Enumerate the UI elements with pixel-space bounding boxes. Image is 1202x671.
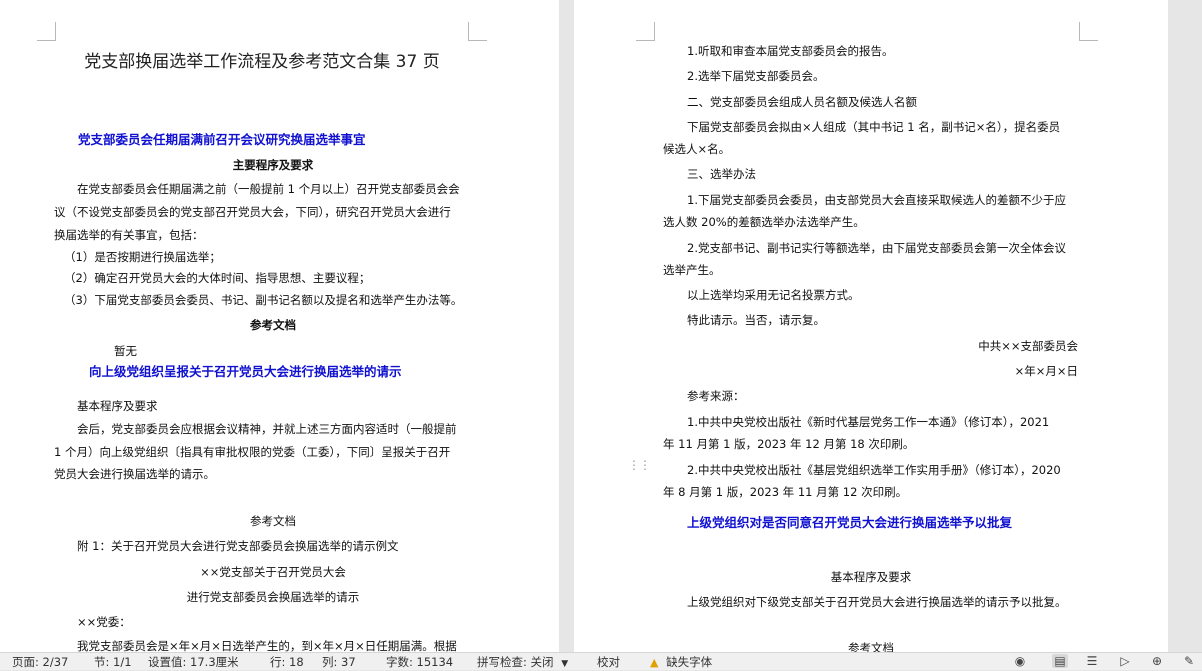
reference-heading: 参考文档 xyxy=(848,641,894,652)
crop-mark-top-right xyxy=(468,22,487,41)
section-subheading: 基本程序及要求 xyxy=(77,399,158,413)
paragraph-line: 2.党支部书记、副书记实行等额选举，由下届党支部委员会第一次全体会议 xyxy=(687,241,1066,255)
status-word-count[interactable]: 字数: 15134 xyxy=(386,655,453,669)
document-page-left[interactable]: 党支部换届选举工作流程及参考范文合集 37 页 党支部委员会任期届满前召开会议研… xyxy=(0,0,559,652)
document-page-right[interactable]: 1.听取和审查本届党支部委员会的报告。 2.选举下届党支部委员会。 二、党支部委… xyxy=(574,0,1168,652)
status-bar: 页面: 2/37 节: 1/1 设置值: 17.3厘米 行: 18 列: 37 … xyxy=(0,652,1202,670)
section-heading: 党支部委员会任期届满前召开会议研究换届选举事宜 xyxy=(78,132,366,147)
appendix-line: 附 1：关于召开党员大会进行党支部委员会换届选举的请示例文 xyxy=(77,539,399,553)
outline-view-icon[interactable]: ☰ xyxy=(1084,654,1100,668)
list-item: （2）确定召开党员大会的大体时间、指导思想、主要议程； xyxy=(64,271,371,285)
page-view-icon[interactable]: ▤ xyxy=(1052,654,1068,668)
globe-icon[interactable]: ⊕ xyxy=(1149,654,1165,668)
reference-heading: 参考文档 xyxy=(250,318,296,332)
paragraph-line: 换届选举的有关事宜，包括： xyxy=(54,228,204,242)
drag-handle-icon[interactable]: ⋮⋮ xyxy=(628,459,651,477)
section-heading: 向上级党组织呈报关于召开党员大会进行换届选举的请示 xyxy=(89,364,402,379)
pen-icon[interactable]: ✎ xyxy=(1181,654,1197,668)
sample-title: 进行党支部委员会换届选举的请示 xyxy=(186,590,360,604)
proofread-button[interactable]: 校对 xyxy=(597,655,620,669)
status-section[interactable]: 节: 1/1 xyxy=(94,655,132,669)
paragraph-line: 选人数 20%的差额选举办法选举产生。 xyxy=(663,215,865,229)
chevron-down-icon: ▼ xyxy=(561,659,569,669)
paragraph-line: 在党支部委员会任期届满之前（一般提前 1 个月以上）召开党支部委员会会 xyxy=(77,182,460,196)
paragraph-line: 1 个月）向上级党组织〔指具有审批权限的党委（工委），下同〕呈报关于召开 xyxy=(54,445,451,459)
paragraph-line: 党员大会进行换届选举的请示。 xyxy=(54,467,215,481)
section-subheading: 主要程序及要求 xyxy=(232,158,314,172)
paragraph-line: 选举产生。 xyxy=(663,263,721,277)
addressee: ××党委： xyxy=(77,615,131,629)
status-col[interactable]: 列: 37 xyxy=(322,655,356,669)
paragraph-line: 1.下届党支部委员会委员，由支部党员大会直接采取候选人的差额不少于应 xyxy=(687,193,1066,207)
spell-check-label: 拼写检查: 关闭 xyxy=(477,655,554,669)
list-item: （1）是否按期进行换届选举； xyxy=(64,250,221,264)
paragraph-line: 2.选举下届党支部委员会。 xyxy=(687,69,825,83)
play-icon[interactable]: ▷ xyxy=(1117,654,1133,668)
paragraph-line: 会后，党支部委员会应根据会议精神，并就上述三方面内容适时（一般提前 xyxy=(77,422,457,436)
status-page[interactable]: 页面: 2/37 xyxy=(12,655,68,669)
vertical-scrollbar-area[interactable] xyxy=(1168,0,1202,652)
paragraph-line: 上级党组织对下级党支部关于召开党员大会进行换届选举的请示予以批复。 xyxy=(687,595,1067,609)
missing-font-label: 缺失字体 xyxy=(666,655,713,669)
reference-source-label: 参考来源： xyxy=(687,389,745,403)
status-row[interactable]: 行: 18 xyxy=(270,655,304,669)
paragraph-line: 议（不设党支部委员会的党支部召开党员大会，下同），研究召开党员大会进行 xyxy=(54,205,451,219)
section-heading: 上级党组织对是否同意召开党员大会进行换届选举予以批复 xyxy=(687,515,1013,530)
missing-font-button[interactable]: ▲ 缺失字体 xyxy=(650,655,712,670)
paragraph-line: 我党支部委员会是×年×月×日选举产生的，到×年×月×日任期届满。根据 xyxy=(77,639,457,652)
paragraph-line: 以上选举均采用无记名投票方式。 xyxy=(687,288,860,302)
reference-item: 年 8 月第 1 版，2023 年 11 月第 12 次印刷。 xyxy=(663,485,908,499)
section-subheading: 基本程序及要求 xyxy=(830,570,912,584)
reference-item: 年 11 月第 1 版，2023 年 12 月第 18 次印刷。 xyxy=(663,437,915,451)
signature-date: ×年×月×日 xyxy=(1014,364,1078,378)
reference-item: 2.中共中央党校出版社《基层党组织选举工作实用手册》（修订本），2020 xyxy=(687,463,1061,477)
none-text: 暂无 xyxy=(114,344,137,358)
status-setting[interactable]: 设置值: 17.3厘米 xyxy=(148,655,239,669)
eye-icon[interactable]: ◉ xyxy=(1012,654,1028,668)
crop-mark-top-left xyxy=(37,22,56,41)
paragraph-line: 三、选举办法 xyxy=(687,167,756,181)
crop-mark-top-right xyxy=(1079,22,1098,41)
paragraph-line: 特此请示。当否，请示复。 xyxy=(687,313,825,327)
document-title: 党支部换届选举工作流程及参考范文合集 37 页 xyxy=(84,52,440,72)
paragraph-line: 候选人×名。 xyxy=(663,142,731,156)
reference-heading: 参考文档 xyxy=(250,514,296,528)
list-item: （3）下届党支部委员会委员、书记、副书记名额以及提名和选举产生办法等。 xyxy=(64,293,463,307)
paragraph-line: 1.听取和审查本届党支部委员会的报告。 xyxy=(687,44,894,58)
paragraph-line: 二、党支部委员会组成人员名额及候选人名额 xyxy=(687,95,917,109)
paragraph-line: 下届党支部委员会拟由×人组成（其中书记 1 名，副书记×名），提名委员 xyxy=(687,120,1061,134)
signature-org: 中共××支部委员会 xyxy=(978,339,1078,353)
reference-item: 1.中共中央党校出版社《新时代基层党务工作一本通》（修订本），2021 xyxy=(687,415,1050,429)
crop-mark-top-left xyxy=(636,22,655,41)
warning-icon: ▲ xyxy=(650,656,659,669)
sample-title: ××党支部关于召开党员大会 xyxy=(200,565,346,579)
